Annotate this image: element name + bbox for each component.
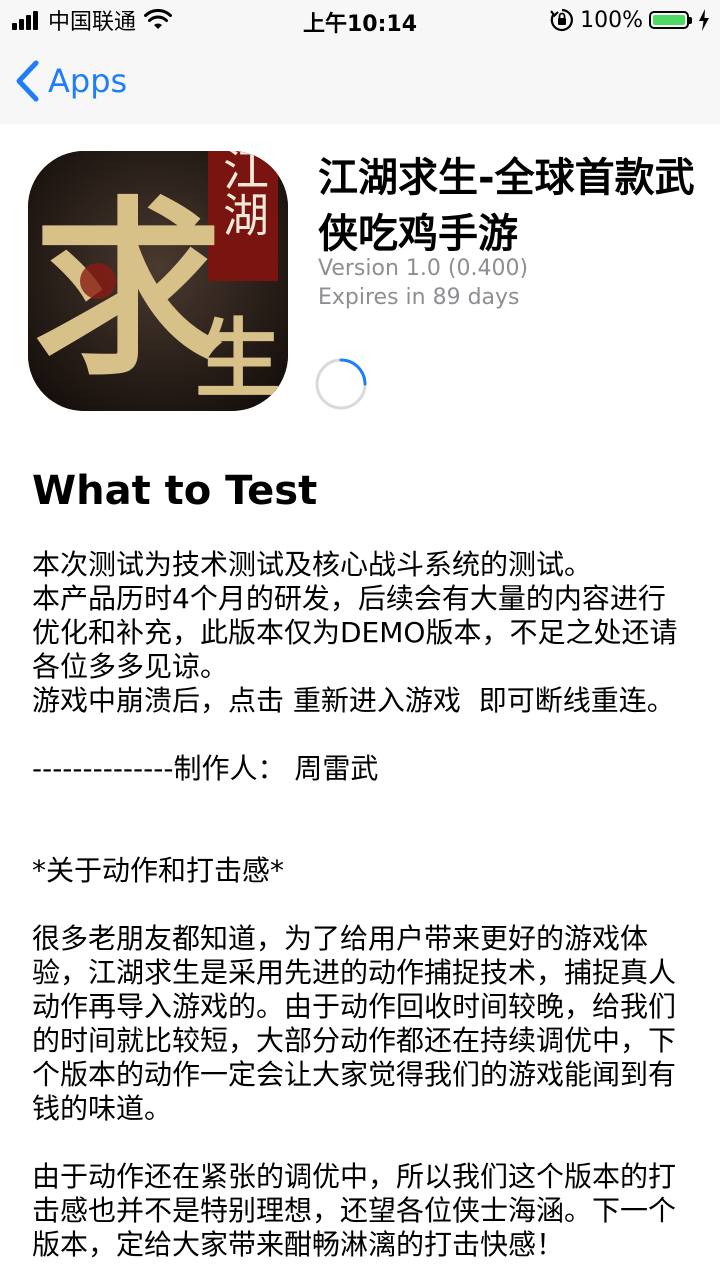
app-icon-text-jianghu: 江湖: [216, 151, 270, 237]
status-bar: 中国联通 上午10:14 100%: [0, 0, 720, 40]
status-bar-right: 100%: [550, 6, 710, 34]
description-paragraph: 本次测试为技术测试及核心战斗系统的测试。: [32, 548, 593, 581]
back-button-label: Apps: [48, 62, 128, 100]
back-button[interactable]: Apps: [14, 56, 127, 106]
app-title: 江湖求生-全球首款武侠吃鸡手游: [318, 155, 695, 257]
what-to-test-description: 本次测试为技术测试及核心战斗系统的测试。 本产品历时4个月的研发，后续会有大量的…: [32, 548, 692, 1262]
producer-line: --------------制作人： 周雷武: [32, 752, 379, 785]
what-to-test-heading: What to Test: [32, 468, 318, 514]
navigation-bar: Apps: [0, 40, 720, 124]
app-version: Version 1.0 (0.400): [318, 256, 529, 281]
app-icon: 江湖 求 生: [28, 151, 288, 411]
battery-level: [653, 15, 685, 25]
description-paragraph: 由于动作还在紧张的调优中，所以我们这个版本的打击感也并不是特别理想，还望各位侠士…: [32, 1160, 677, 1261]
app-icon-text-sheng: 生: [195, 309, 281, 410]
description-paragraph: 本产品历时4个月的研发，后续会有大量的内容进行优化和补充，此版本仅为DEMO版本…: [32, 582, 678, 683]
orientation-lock-icon: [550, 8, 574, 32]
loading-spinner-icon[interactable]: [313, 356, 369, 412]
battery-cap: [689, 16, 692, 24]
charging-icon: [699, 9, 709, 31]
description-paragraph: 很多老朋友都知道，为了给用户带来更好的游戏体验，江湖求生是采用先进的动作捕捉技术…: [32, 922, 677, 1125]
battery-percent: 100%: [580, 7, 643, 33]
battery-icon: [649, 11, 689, 29]
chevron-left-icon: [16, 60, 39, 102]
app-expiration: Expires in 89 days: [318, 285, 520, 310]
description-subheading: *关于动作和打击感*: [32, 854, 285, 887]
description-paragraph: 游戏中崩溃后，点击 重新进入游戏 即可断线重连。: [32, 684, 675, 717]
